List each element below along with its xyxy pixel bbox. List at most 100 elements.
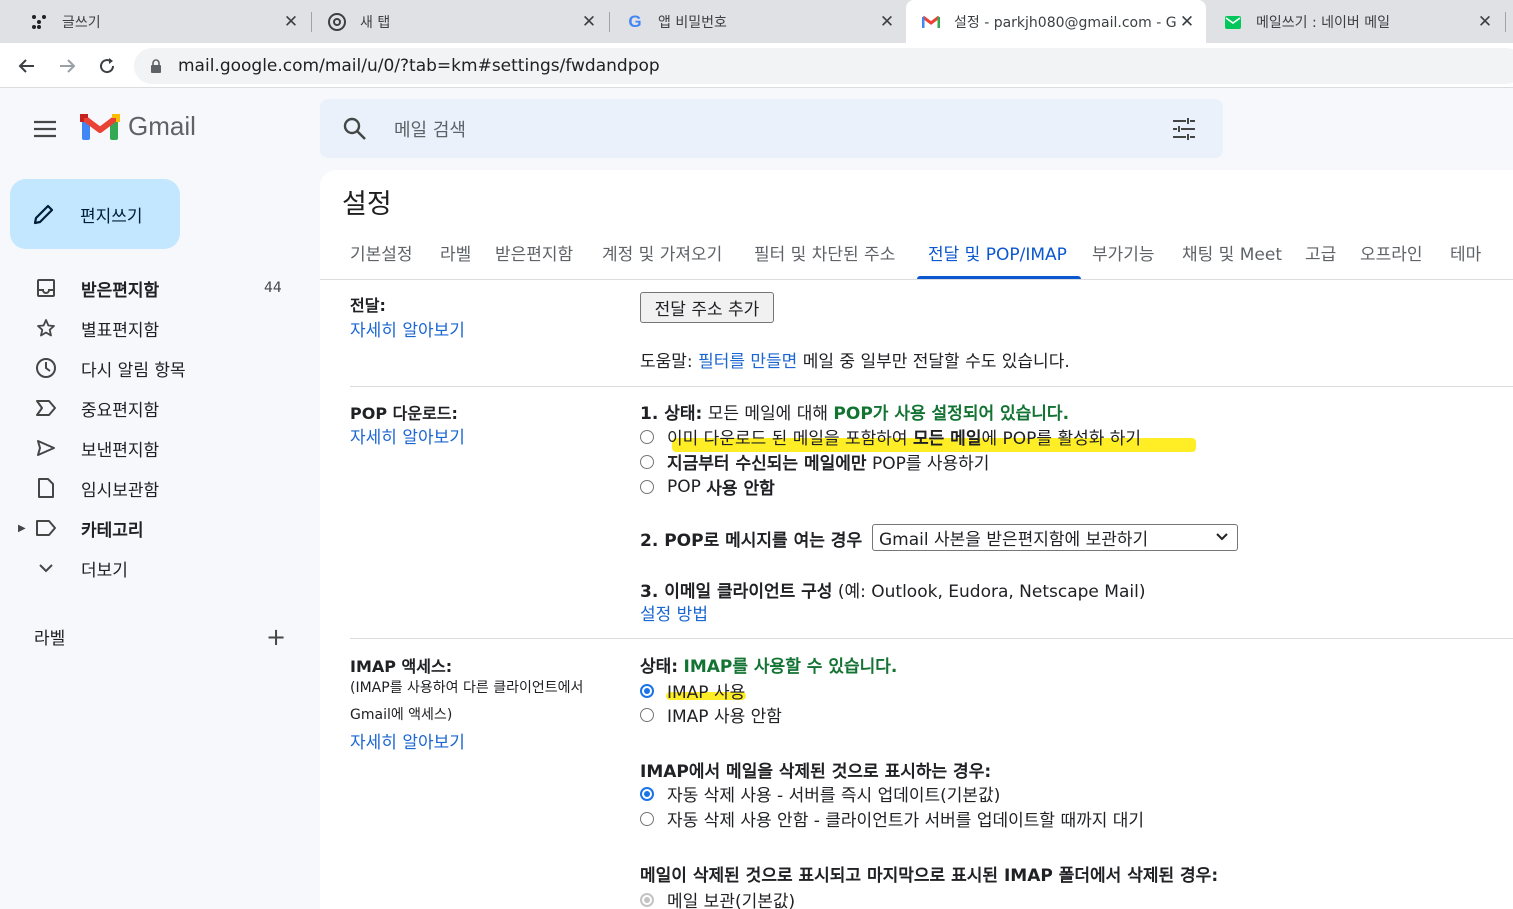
imap-description-2: Gmail에 액세스)	[350, 707, 453, 723]
option-text-pre: 이미 다운로드 된 메일을 포함하여	[667, 429, 908, 449]
filter-options-icon[interactable]	[1171, 116, 1201, 142]
imap-delete-heading: IMAP에서 메일을 삭제된 것으로 표시하는 경우:	[640, 762, 992, 782]
compose-button[interactable]: 편지쓰기	[10, 179, 180, 249]
pop-option-disable[interactable]: POP 사용 안함	[640, 474, 775, 499]
browser-toolbar: mail.google.com/mail/u/0/?tab=km#setting…	[0, 43, 1513, 88]
sidebar-item-label: 다시 알림 항목	[81, 360, 186, 381]
tab-themes[interactable]: 테마	[1450, 240, 1481, 265]
reload-button[interactable]	[94, 53, 120, 79]
tab-offline[interactable]: 오프라인	[1360, 240, 1423, 265]
address-bar[interactable]: mail.google.com/mail/u/0/?tab=km#setting…	[134, 48, 1513, 84]
option-text-post: POP를 사용하기	[871, 454, 990, 474]
email-client-config: 3. 이메일 클라이언트 구성 (예: Outlook, Eudora, Net…	[640, 577, 1145, 602]
imap-delete-option-no-auto-expunge[interactable]: 자동 삭제 사용 안함 - 클라이언트가 서버를 업데이트할 때까지 대기	[640, 806, 1144, 831]
tab-forwarding-pop-imap[interactable]: 전달 및 POP/IMAP	[928, 240, 1067, 265]
tip-prefix: 도움말:	[640, 352, 693, 372]
close-icon[interactable]: ✕	[580, 12, 598, 32]
browser-tab-new[interactable]: 새 탭 ✕	[312, 0, 608, 43]
mail-search-bar[interactable]: 메일 검색	[320, 99, 1223, 158]
add-forwarding-address-button[interactable]: 전달 주소 추가	[640, 292, 774, 323]
option-label: IMAP 사용	[667, 683, 746, 703]
pop-option-from-now[interactable]: 지금부터 수신되는 메일에만 POP를 사용하기	[640, 449, 989, 474]
pop-status-prefix: 1. 상태:	[640, 404, 703, 424]
sidebar-item-important[interactable]: 중요편지함	[0, 390, 310, 426]
tab-title: 앱 비밀번호	[658, 14, 727, 31]
option-label: 자동 삭제 사용 안함 - 클라이언트가 서버를 업데이트할 때까지 대기	[667, 811, 1145, 831]
tab-chat-meet[interactable]: 채팅 및 Meet	[1182, 240, 1282, 265]
sidebar-item-label: 더보기	[81, 560, 128, 581]
gmail-logo-text: Gmail	[128, 111, 196, 141]
radio-button[interactable]	[640, 454, 654, 469]
browser-tab-app-password[interactable]: G 앱 비밀번호 ✕	[610, 0, 906, 43]
tab-separator	[1505, 12, 1506, 32]
important-icon	[34, 396, 58, 420]
labels-heading: 라벨	[34, 629, 66, 649]
browser-tab-naver-mail[interactable]: 메일쓰기 : 네이버 메일 ✕	[1208, 0, 1504, 43]
sidebar-item-more[interactable]: 더보기	[0, 550, 310, 586]
plus-icon: +	[266, 623, 287, 651]
sidebar-item-label: 받은편지함	[81, 280, 160, 301]
sidebar-item-sent[interactable]: 보낸편지함	[0, 430, 310, 466]
close-icon[interactable]: ✕	[1476, 12, 1494, 32]
send-icon	[34, 436, 58, 460]
sidebar-item-inbox[interactable]: 받은편지함 44	[0, 270, 310, 306]
close-icon[interactable]: ✕	[878, 12, 896, 32]
close-icon[interactable]: ✕	[282, 12, 300, 32]
chevron-down-icon	[1216, 533, 1228, 541]
forward-button[interactable]	[54, 53, 80, 79]
pop-option-all-mail[interactable]: 이미 다운로드 된 메일을 포함하여 모든 메일 에 POP를 활성화 하기	[640, 424, 1141, 449]
tip-suffix: 메일 중 일부만 전달할 수도 있습니다.	[802, 352, 1070, 372]
back-button[interactable]	[14, 53, 40, 79]
imap-expunge-option-archive[interactable]: 메일 보관(기본값)	[640, 887, 795, 909]
option-label: 메일 보관(기본값)	[667, 892, 796, 909]
radio-button[interactable]	[640, 811, 654, 826]
radio-button[interactable]	[640, 429, 654, 444]
section-divider	[350, 386, 1513, 387]
imap-option-disable[interactable]: IMAP 사용 안함	[640, 702, 782, 727]
option-text-bold: 사용 안함	[706, 479, 775, 499]
create-filter-link[interactable]: 필터를 만들면	[698, 352, 797, 372]
chrome-icon	[328, 12, 346, 31]
tab-inbox[interactable]: 받은편지함	[495, 240, 573, 265]
browser-tab-gmail-settings[interactable]: 설정 - parkjh080@gmail.com - G ✕	[906, 0, 1206, 43]
sidebar-item-starred[interactable]: 별표편지함	[0, 310, 310, 346]
pop-status: 1. 상태: 모든 메일에 대해 POP가 사용 설정되어 있습니다.	[640, 399, 1069, 424]
forwarding-learn-more-link[interactable]: 자세히 알아보기	[350, 316, 465, 341]
gmail-logo[interactable]: Gmail	[80, 111, 196, 142]
tab-labels[interactable]: 라벨	[440, 240, 471, 265]
radio-button[interactable]	[640, 683, 654, 698]
imap-description-1: (IMAP를 사용하여 다른 클라이언트에서	[350, 680, 584, 696]
radio-button[interactable]	[640, 479, 654, 494]
pop-action-select[interactable]: Gmail 사본을 받은편지함에 보관하기	[872, 524, 1238, 551]
imap-learn-more-link[interactable]: 자세히 알아보기	[350, 728, 465, 753]
imap-option-enable[interactable]: IMAP 사용	[640, 678, 745, 703]
browser-tab-write[interactable]: 글쓰기 ✕	[14, 0, 310, 43]
option-text-bold: 모든 메일	[912, 429, 982, 449]
add-label-button[interactable]: +	[266, 624, 286, 650]
radio-button[interactable]	[640, 707, 654, 722]
sidebar-item-snoozed[interactable]: 다시 알림 항목	[0, 350, 310, 386]
pop-learn-more-link[interactable]: 자세히 알아보기	[350, 423, 465, 448]
main-menu-button[interactable]	[30, 116, 60, 142]
sidebar-item-drafts[interactable]: 임시보관함	[0, 470, 310, 506]
tab-general[interactable]: 기본설정	[350, 240, 413, 265]
active-tab-indicator	[917, 276, 1081, 279]
setup-instructions-link[interactable]: 설정 방법	[640, 600, 708, 625]
tab-title: 글쓰기	[62, 14, 101, 31]
tab-advanced[interactable]: 고급	[1305, 240, 1336, 265]
radio-button[interactable]	[640, 786, 654, 801]
radio-button[interactable]	[640, 892, 654, 907]
imap-delete-option-auto-expunge[interactable]: 자동 삭제 사용 - 서버를 즉시 업데이트(기본값)	[640, 781, 1000, 806]
search-input[interactable]: 메일 검색	[394, 116, 1171, 142]
gmail-m-icon	[80, 113, 120, 140]
tab-filters[interactable]: 필터 및 차단된 주소	[754, 240, 895, 265]
tab-addons[interactable]: 부가기능	[1092, 240, 1155, 265]
sidebar-item-categories[interactable]: ▶ 카테고리	[0, 510, 310, 546]
client-config-label: 3. 이메일 클라이언트 구성	[640, 582, 833, 602]
expand-arrow-icon[interactable]: ▶	[18, 523, 26, 534]
search-icon[interactable]	[342, 116, 372, 142]
tab-accounts[interactable]: 계정 및 가져오기	[602, 240, 722, 265]
close-icon[interactable]: ✕	[1178, 12, 1196, 32]
label-icon	[34, 516, 58, 540]
clock-icon	[34, 356, 58, 380]
